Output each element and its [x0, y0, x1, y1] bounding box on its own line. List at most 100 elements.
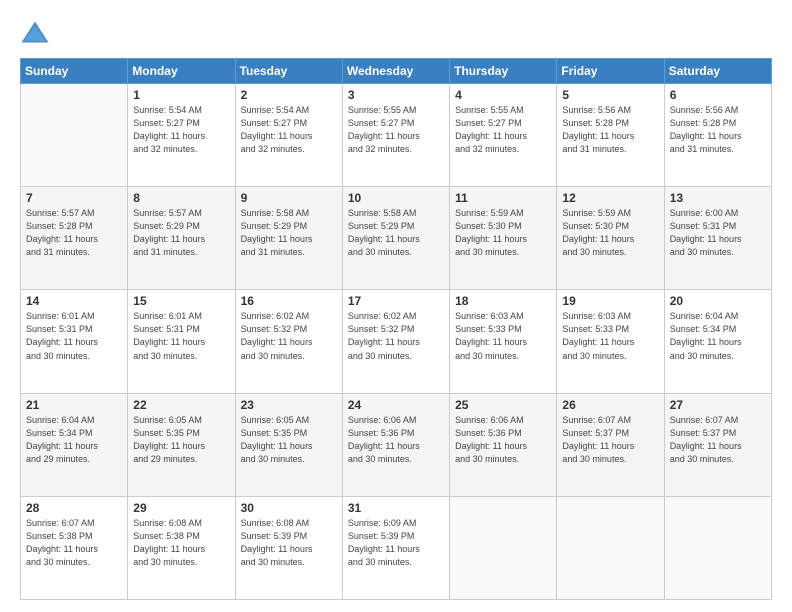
calendar-cell: 30 Sunrise: 6:08 AM Sunset: 5:39 PM Dayli… — [235, 496, 342, 599]
day-number: 25 — [455, 398, 552, 412]
day-number: 20 — [670, 294, 767, 308]
day-number: 27 — [670, 398, 767, 412]
week-row-3: 14 Sunrise: 6:01 AM Sunset: 5:31 PM Dayli… — [21, 290, 772, 393]
calendar-cell: 19Sunrise: 6:03 AM Sunset: 5:33 PM Dayli… — [557, 290, 664, 393]
day-info: Sunrise: 6:04 AM Sunset: 5:34 PM Dayligh… — [26, 414, 123, 466]
day-info: Sunrise: 5:58 AM Sunset: 5:29 PM Dayligh… — [348, 207, 445, 259]
calendar-cell: 23 Sunrise: 6:05 AM Sunset: 5:35 PM Dayli… — [235, 393, 342, 496]
calendar-cell: 8Sunrise: 5:57 AM Sunset: 5:29 PM Daylig… — [128, 187, 235, 290]
col-header-saturday: Saturday — [664, 59, 771, 84]
col-header-tuesday: Tuesday — [235, 59, 342, 84]
calendar-cell: 18Sunrise: 6:03 AM Sunset: 5:33 PM Dayli… — [450, 290, 557, 393]
calendar-cell: 9 Sunrise: 5:58 AM Sunset: 5:29 PM Daylig… — [235, 187, 342, 290]
calendar-cell — [557, 496, 664, 599]
calendar-cell: 5 Sunrise: 5:56 AM Sunset: 5:28 PM Daylig… — [557, 84, 664, 187]
week-row-2: 7 Sunrise: 5:57 AM Sunset: 5:28 PM Daylig… — [21, 187, 772, 290]
calendar-cell: 4 Sunrise: 5:55 AM Sunset: 5:27 PM Daylig… — [450, 84, 557, 187]
calendar-cell: 2 Sunrise: 5:54 AM Sunset: 5:27 PM Daylig… — [235, 84, 342, 187]
week-row-4: 21Sunrise: 6:04 AM Sunset: 5:34 PM Dayli… — [21, 393, 772, 496]
day-number: 2 — [241, 88, 338, 102]
day-info: Sunrise: 6:03 AM Sunset: 5:33 PM Dayligh… — [562, 310, 659, 362]
day-info: Sunrise: 6:05 AM Sunset: 5:35 PM Dayligh… — [241, 414, 338, 466]
calendar-cell: 6 Sunrise: 5:56 AM Sunset: 5:28 PM Daylig… — [664, 84, 771, 187]
day-info: Sunrise: 6:02 AM Sunset: 5:32 PM Dayligh… — [241, 310, 338, 362]
day-number: 15 — [133, 294, 230, 308]
day-info: Sunrise: 5:56 AM Sunset: 5:28 PM Dayligh… — [562, 104, 659, 156]
day-number: 11 — [455, 191, 552, 205]
day-info: Sunrise: 6:08 AM Sunset: 5:38 PM Dayligh… — [133, 517, 230, 569]
calendar-cell: 1Sunrise: 5:54 AM Sunset: 5:27 PM Daylig… — [128, 84, 235, 187]
day-number: 30 — [241, 501, 338, 515]
day-info: Sunrise: 6:04 AM Sunset: 5:34 PM Dayligh… — [670, 310, 767, 362]
day-info: Sunrise: 6:01 AM Sunset: 5:31 PM Dayligh… — [133, 310, 230, 362]
day-info: Sunrise: 6:08 AM Sunset: 5:39 PM Dayligh… — [241, 517, 338, 569]
col-header-wednesday: Wednesday — [342, 59, 449, 84]
day-info: Sunrise: 6:05 AM Sunset: 5:35 PM Dayligh… — [133, 414, 230, 466]
calendar-cell: 29 Sunrise: 6:08 AM Sunset: 5:38 PM Dayli… — [128, 496, 235, 599]
day-number: 29 — [133, 501, 230, 515]
day-number: 18 — [455, 294, 552, 308]
col-header-sunday: Sunday — [21, 59, 128, 84]
day-number: 9 — [241, 191, 338, 205]
day-info: Sunrise: 6:02 AM Sunset: 5:32 PM Dayligh… — [348, 310, 445, 362]
calendar-header-row: SundayMondayTuesdayWednesdayThursdayFrid… — [21, 59, 772, 84]
day-number: 10 — [348, 191, 445, 205]
day-info: Sunrise: 5:55 AM Sunset: 5:27 PM Dayligh… — [455, 104, 552, 156]
day-number: 17 — [348, 294, 445, 308]
day-number: 5 — [562, 88, 659, 102]
calendar-cell: 26 Sunrise: 6:07 AM Sunset: 5:37 PM Dayli… — [557, 393, 664, 496]
day-number: 28 — [26, 501, 123, 515]
calendar-cell: 12 Sunrise: 5:59 AM Sunset: 5:30 PM Dayli… — [557, 187, 664, 290]
calendar-cell — [664, 496, 771, 599]
day-info: Sunrise: 6:00 AM Sunset: 5:31 PM Dayligh… — [670, 207, 767, 259]
day-info: Sunrise: 5:58 AM Sunset: 5:29 PM Dayligh… — [241, 207, 338, 259]
page: SundayMondayTuesdayWednesdayThursdayFrid… — [0, 0, 792, 612]
day-info: Sunrise: 5:59 AM Sunset: 5:30 PM Dayligh… — [455, 207, 552, 259]
header — [20, 16, 772, 50]
day-info: Sunrise: 6:06 AM Sunset: 5:36 PM Dayligh… — [348, 414, 445, 466]
day-info: Sunrise: 6:09 AM Sunset: 5:39 PM Dayligh… — [348, 517, 445, 569]
day-number: 14 — [26, 294, 123, 308]
calendar-cell: 27Sunrise: 6:07 AM Sunset: 5:37 PM Dayli… — [664, 393, 771, 496]
day-number: 31 — [348, 501, 445, 515]
col-header-monday: Monday — [128, 59, 235, 84]
day-info: Sunrise: 6:07 AM Sunset: 5:37 PM Dayligh… — [562, 414, 659, 466]
day-number: 23 — [241, 398, 338, 412]
day-number: 4 — [455, 88, 552, 102]
calendar-cell: 13Sunrise: 6:00 AM Sunset: 5:31 PM Dayli… — [664, 187, 771, 290]
col-header-thursday: Thursday — [450, 59, 557, 84]
day-info: Sunrise: 5:56 AM Sunset: 5:28 PM Dayligh… — [670, 104, 767, 156]
calendar-cell: 14 Sunrise: 6:01 AM Sunset: 5:31 PM Dayli… — [21, 290, 128, 393]
week-row-5: 28Sunrise: 6:07 AM Sunset: 5:38 PM Dayli… — [21, 496, 772, 599]
day-info: Sunrise: 5:54 AM Sunset: 5:27 PM Dayligh… — [241, 104, 338, 156]
calendar-cell: 28Sunrise: 6:07 AM Sunset: 5:38 PM Dayli… — [21, 496, 128, 599]
day-number: 1 — [133, 88, 230, 102]
day-info: Sunrise: 6:06 AM Sunset: 5:36 PM Dayligh… — [455, 414, 552, 466]
calendar-cell: 31 Sunrise: 6:09 AM Sunset: 5:39 PM Dayli… — [342, 496, 449, 599]
logo — [20, 20, 52, 50]
calendar-cell — [21, 84, 128, 187]
day-info: Sunrise: 5:57 AM Sunset: 5:29 PM Dayligh… — [133, 207, 230, 259]
day-number: 12 — [562, 191, 659, 205]
calendar-cell: 3 Sunrise: 5:55 AM Sunset: 5:27 PM Daylig… — [342, 84, 449, 187]
day-number: 3 — [348, 88, 445, 102]
day-number: 24 — [348, 398, 445, 412]
day-info: Sunrise: 6:01 AM Sunset: 5:31 PM Dayligh… — [26, 310, 123, 362]
calendar-cell: 25 Sunrise: 6:06 AM Sunset: 5:36 PM Dayli… — [450, 393, 557, 496]
day-info: Sunrise: 5:55 AM Sunset: 5:27 PM Dayligh… — [348, 104, 445, 156]
calendar-cell: 15 Sunrise: 6:01 AM Sunset: 5:31 PM Dayli… — [128, 290, 235, 393]
col-header-friday: Friday — [557, 59, 664, 84]
calendar-cell: 7 Sunrise: 5:57 AM Sunset: 5:28 PM Daylig… — [21, 187, 128, 290]
calendar-cell: 16 Sunrise: 6:02 AM Sunset: 5:32 PM Dayli… — [235, 290, 342, 393]
day-number: 7 — [26, 191, 123, 205]
day-number: 16 — [241, 294, 338, 308]
calendar-table: SundayMondayTuesdayWednesdayThursdayFrid… — [20, 58, 772, 600]
calendar-cell: 20 Sunrise: 6:04 AM Sunset: 5:34 PM Dayli… — [664, 290, 771, 393]
day-info: Sunrise: 5:59 AM Sunset: 5:30 PM Dayligh… — [562, 207, 659, 259]
calendar-cell — [450, 496, 557, 599]
day-number: 6 — [670, 88, 767, 102]
day-number: 26 — [562, 398, 659, 412]
day-info: Sunrise: 5:57 AM Sunset: 5:28 PM Dayligh… — [26, 207, 123, 259]
day-number: 22 — [133, 398, 230, 412]
calendar-cell: 10 Sunrise: 5:58 AM Sunset: 5:29 PM Dayli… — [342, 187, 449, 290]
